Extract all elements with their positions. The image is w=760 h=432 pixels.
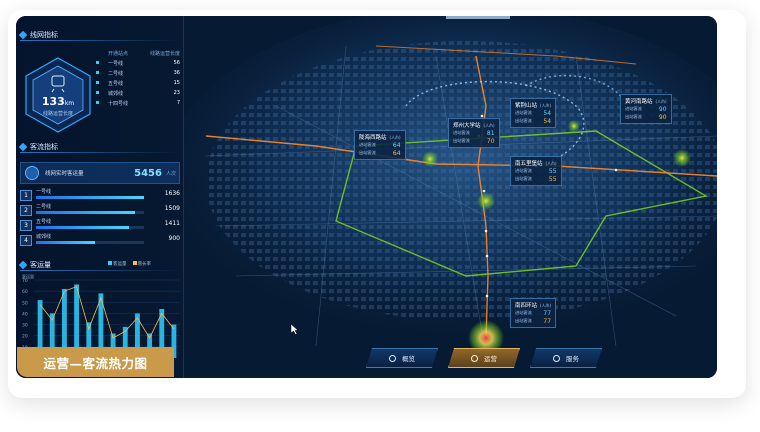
line-table-row[interactable]: 一号线 56: [96, 58, 180, 68]
caption-banner: 运营—客流热力图: [17, 347, 174, 377]
divider: [20, 270, 180, 271]
network-indicator-title: 线网指标: [18, 30, 58, 40]
ranking-bar: [36, 211, 136, 214]
heat-spot: [477, 192, 495, 210]
operation-icon: [471, 355, 478, 362]
divider: [20, 152, 180, 153]
legend-item[interactable]: 客运量: [108, 261, 127, 267]
station-callout[interactable]: 南四环站 (人/h) 进站客流 77 出站客流 77: [510, 298, 557, 328]
ranking-row[interactable]: 2 二号线 1509: [20, 203, 180, 218]
mouse-cursor-icon: [291, 324, 299, 335]
y-tick-label: 20: [22, 334, 28, 340]
service-icon: [553, 355, 560, 362]
line-table: 开通站点 线路运营长度 一号线 56 二号线 36 五号线 15 城郊线 23 十四号线…: [96, 48, 180, 108]
heat-spot: [422, 151, 438, 167]
y-tick-label: 60: [22, 289, 28, 295]
flow-total-label: 线网实时客运量: [45, 171, 84, 177]
heat-spot: [568, 120, 580, 132]
flow-total-card: 线网实时客运量 5456 人次: [20, 162, 180, 184]
line-ranking: 1 一号线 1636 2 二号线 1509 3 五号线 1411 4 城郊线 9…: [20, 188, 180, 248]
legend-item[interactable]: 增长率: [132, 261, 151, 267]
line-length-value: 133km: [41, 95, 75, 108]
ranking-row[interactable]: 4 城郊线 900: [20, 233, 180, 248]
station-callout[interactable]: 郑州大学站 (人/h) 进站客流 81 出站客流 70: [448, 118, 500, 148]
nav-overview-button[interactable]: 概览: [366, 348, 438, 368]
y-tick-label: 30: [22, 323, 28, 329]
station-callout[interactable]: 陇海西路站 (人/h) 进站客流 64 出站客流 64: [354, 130, 406, 160]
volume-title: 客运量: [18, 260, 51, 270]
line-table-row[interactable]: 二号线 36: [96, 68, 180, 78]
line-length-label: 线路运营长度: [42, 111, 73, 117]
top-center-indicator: [446, 16, 510, 19]
station-callout[interactable]: 南五里堡站 (人/h) 进站客流 55 出站客流 55: [510, 156, 562, 186]
chart-legend: 客运量 增长率: [108, 261, 151, 267]
y-tick-label: 50: [22, 300, 28, 306]
divider: [20, 40, 180, 41]
station-callout[interactable]: 黄河南路站 (人/h) 进站客流 90 出站客流 90: [620, 94, 672, 124]
line-table-row[interactable]: 五号线 15: [96, 78, 180, 88]
ranking-bar: [36, 226, 129, 229]
dashboard-screen: 线网指标 133km 线路运营长度 开通站点 线路运营长度 一号线 56 二号线 3…: [16, 16, 717, 378]
passenger-icon: [25, 166, 39, 180]
left-panel: 线网指标 133km 线路运营长度 开通站点 线路运营长度 一号线 56 二号线 3…: [16, 16, 184, 378]
line-table-row[interactable]: 十四号线 7: [96, 98, 180, 108]
flow-total-unit: 人次: [165, 170, 176, 177]
length-hexagon: 133km 线路运营长度: [22, 56, 94, 134]
nav-service-button[interactable]: 服务: [530, 348, 602, 368]
y-tick-label: 40: [22, 311, 28, 317]
ranking-bar: [36, 241, 96, 244]
station-callout[interactable]: 紫荆山站 (人/h) 进站客流 54 出站客流 54: [510, 98, 557, 128]
line-table-row[interactable]: 城郊线 23: [96, 88, 180, 98]
line-table-header: 开通站点 线路运营长度: [108, 50, 180, 57]
heat-spot: [673, 149, 691, 167]
ranking-bar: [36, 196, 144, 199]
ranking-row[interactable]: 3 五号线 1411: [20, 218, 180, 233]
growth-line: [39, 286, 175, 339]
flow-total-value: 5456: [134, 167, 162, 179]
ranking-row[interactable]: 1 一号线 1636: [20, 188, 180, 203]
flow-indicator-title: 客流指标: [18, 142, 58, 152]
y-tick-label: 70: [22, 278, 28, 284]
overview-icon: [389, 355, 396, 362]
nav-operation-button[interactable]: 运营: [448, 348, 520, 368]
